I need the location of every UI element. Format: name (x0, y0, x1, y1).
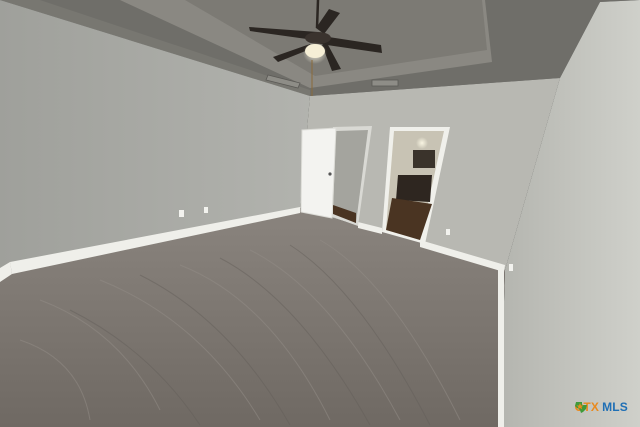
watermark-mls: MLS (602, 400, 628, 414)
wall-outlet (509, 264, 513, 271)
bedroom-photo: CTXMLS (0, 0, 640, 427)
watermark-logo: CTXMLS (574, 400, 628, 414)
wall-outlet (179, 210, 184, 217)
texas-star-icon (575, 402, 588, 413)
right-baseboard (498, 270, 504, 427)
wall-outlet (204, 207, 208, 213)
door-knob (328, 172, 332, 176)
bathroom-mirror (413, 150, 435, 168)
ceiling-vent (371, 79, 399, 87)
bathroom-vanity (396, 175, 432, 202)
vanity-light (416, 137, 428, 149)
wall-outlet (446, 229, 450, 235)
room-illustration (0, 0, 640, 427)
